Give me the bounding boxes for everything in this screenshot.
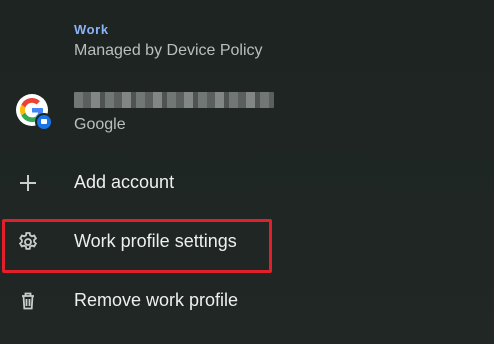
plus-icon — [16, 171, 40, 195]
work-profile-settings-label: Work profile settings — [74, 231, 237, 251]
remove-work-profile-button[interactable]: Remove work profile — [0, 275, 494, 325]
add-account-label: Add account — [74, 172, 175, 192]
trash-icon — [16, 289, 40, 313]
add-account-button[interactable]: Add account — [0, 157, 494, 207]
section-subtitle: Managed by Device Policy — [74, 42, 263, 59]
work-briefcase-badge-icon — [35, 113, 53, 131]
remove-work-profile-label: Remove work profile — [74, 290, 239, 310]
gear-icon — [16, 230, 40, 254]
account-list-screen: Work Managed by Device Policy Google Add… — [0, 0, 494, 344]
google-account-row[interactable]: Google — [0, 84, 494, 142]
account-type: Google — [74, 116, 126, 133]
work-profile-settings-button[interactable]: Work profile settings — [0, 216, 494, 266]
section-title: Work — [74, 22, 109, 37]
work-section-header: Work Managed by Device Policy — [74, 22, 474, 62]
account-email-redacted — [74, 92, 274, 108]
